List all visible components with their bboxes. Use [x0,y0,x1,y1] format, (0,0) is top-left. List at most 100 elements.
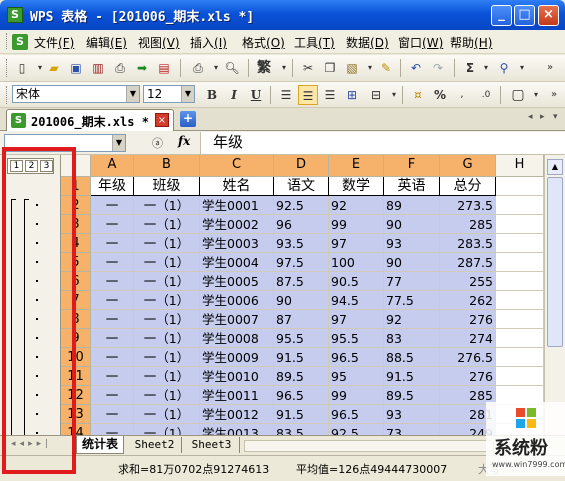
print-preview-icon[interactable]: 🔍︎ [222,58,242,78]
copy-icon[interactable]: ❐ [320,58,340,78]
horizontal-scrollbar[interactable] [244,440,494,452]
table-cell[interactable]: 94.5 [329,291,384,310]
row-header[interactable]: 5 [61,253,91,272]
chevron-down-icon[interactable]: ▼ [112,135,125,151]
table-cell[interactable]: 262 [440,291,496,310]
toolbar-overflow-icon[interactable]: » [540,58,560,78]
table-cell[interactable]: 91.5 [384,367,440,386]
table-cell[interactable]: 91.5 [274,405,329,424]
align-right-icon[interactable]: ☰ [320,85,340,105]
empty-cell[interactable] [496,234,544,253]
table-cell[interactable]: 班级 [134,177,200,196]
empty-cell[interactable] [496,291,544,310]
table-cell[interactable]: 一（1） [134,405,200,424]
quick-print-icon[interactable]: ⎙ [188,58,208,78]
table-cell[interactable]: 90.5 [329,272,384,291]
pdf-icon[interactable]: ▤ [154,58,174,78]
table-cell[interactable]: 283.5 [440,234,496,253]
table-cell[interactable]: 一（1） [134,253,200,272]
outline-level-3-button[interactable]: 3 [40,160,53,172]
empty-cell[interactable] [496,310,544,329]
table-cell[interactable]: 93.5 [274,234,329,253]
table-cell[interactable]: 273.5 [440,196,496,215]
save-icon[interactable]: ▣ [66,58,86,78]
row-header[interactable]: 11 [61,367,91,386]
sum-dropdown-icon[interactable]: ▾ [476,58,496,78]
table-cell[interactable]: 一 [91,215,134,234]
table-cell[interactable]: 学生0003 [200,234,274,253]
table-cell[interactable]: 285 [440,215,496,234]
table-cell[interactable]: 92 [384,310,440,329]
table-cell[interactable]: 97 [329,310,384,329]
table-cell[interactable]: 学生0008 [200,329,274,348]
filter-dropdown-icon[interactable]: ▾ [512,58,532,78]
tab-list-icon[interactable]: ▾ [553,112,558,122]
table-cell[interactable]: 95.5 [274,329,329,348]
table-cell[interactable]: 96.5 [329,405,384,424]
empty-cell[interactable] [496,177,544,196]
table-cell[interactable]: 287.5 [440,253,496,272]
table-cell[interactable]: 88.5 [384,348,440,367]
table-cell[interactable]: 99 [329,386,384,405]
empty-cell[interactable] [496,215,544,234]
table-cell[interactable]: 255 [440,272,496,291]
outline-level-1-button[interactable]: 1 [10,160,23,172]
table-cell[interactable]: 学生0006 [200,291,274,310]
title-bar[interactable]: S WPS 表格 - [201006_期末.xls *] _ □ × [0,0,565,30]
table-cell[interactable]: 97 [329,234,384,253]
row-header[interactable]: 6 [61,272,91,291]
outline-level2-bracket[interactable] [24,199,25,435]
close-button[interactable]: × [538,5,559,26]
table-cell[interactable]: 一（1） [134,234,200,253]
table-cell[interactable]: 学生0005 [200,272,274,291]
scroll-thumb[interactable] [547,177,563,347]
table-cell[interactable]: 数学 [329,177,384,196]
align-left-icon[interactable]: ☰ [276,85,296,105]
row-header[interactable]: 13 [61,405,91,424]
table-cell[interactable]: 95 [329,367,384,386]
table-cell[interactable]: 一 [91,348,134,367]
sheet-nav-icon[interactable]: |◂◂▸▸| [4,439,52,449]
table-cell[interactable]: 96.5 [329,348,384,367]
format-painter-icon[interactable]: ✎ [376,58,396,78]
menu-data[interactable]: 数据(D) [346,34,389,51]
empty-cell[interactable] [496,367,544,386]
menu-file[interactable]: 文件(F) [34,34,74,51]
empty-cell[interactable] [496,348,544,367]
table-cell[interactable]: 96 [274,215,329,234]
table-cell[interactable]: 一 [91,310,134,329]
table-cell[interactable]: 学生0012 [200,405,274,424]
toolbar-grip[interactable] [6,59,9,77]
table-cell[interactable]: 一（1） [134,310,200,329]
chevron-down-icon[interactable]: ▼ [126,86,139,102]
empty-cell[interactable] [496,253,544,272]
column-header-g[interactable]: G [440,155,496,177]
row-header[interactable]: 9 [61,329,91,348]
wps-app-icon[interactable]: S [7,7,23,23]
row-header[interactable]: 2 [61,196,91,215]
toolbar-overflow-icon[interactable]: » [544,85,564,105]
table-cell[interactable]: 一 [91,234,134,253]
table-cell[interactable]: 姓名 [200,177,274,196]
table-cell[interactable]: 一（1） [134,348,200,367]
cut-icon[interactable]: ✂ [298,58,318,78]
redo-icon[interactable]: ↷ [428,58,448,78]
align-center-icon[interactable]: ☰ [298,85,318,105]
font-size-select[interactable]: 12 ▼ [143,85,195,103]
permission-icon[interactable]: ▥ [88,58,108,78]
column-header-h[interactable]: H [496,155,544,177]
traditional-icon[interactable]: 繁 [254,58,274,78]
border-icon[interactable]: ▢ [508,85,528,105]
column-header-a[interactable]: A [91,155,134,177]
menu-tools[interactable]: 工具(T) [294,34,335,51]
undo-icon[interactable]: ↶ [406,58,426,78]
table-cell[interactable]: 一（1） [134,196,200,215]
table-cell[interactable]: 90 [384,215,440,234]
underline-button[interactable]: U [246,85,266,105]
table-cell[interactable]: 学生0004 [200,253,274,272]
thousands-icon[interactable]: , [452,85,472,105]
table-cell[interactable]: 89 [384,196,440,215]
traditional-dropdown-icon[interactable]: ▾ [274,58,294,78]
table-cell[interactable]: 89.5 [274,367,329,386]
row-header[interactable]: 7 [61,291,91,310]
